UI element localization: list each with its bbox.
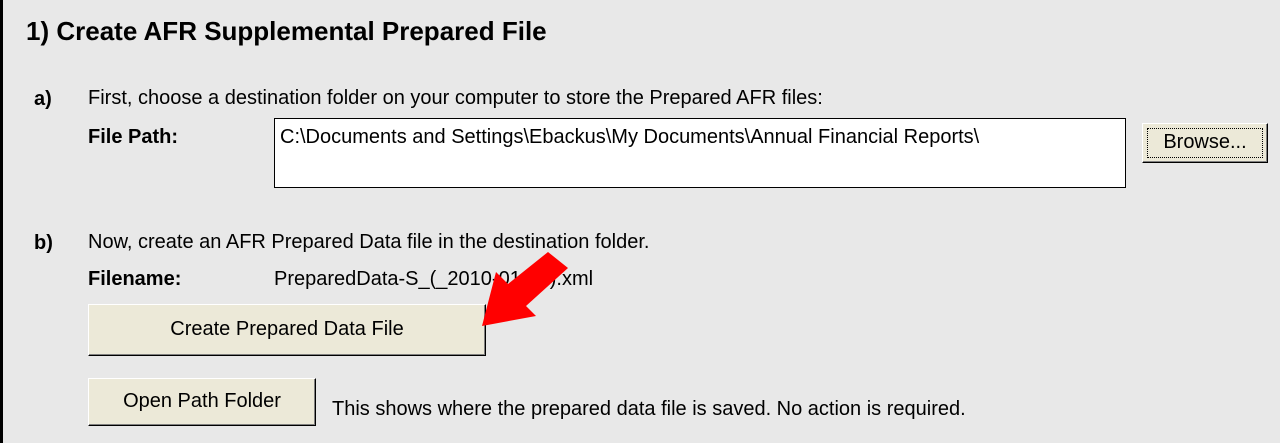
step-b-letter: b) [34, 232, 53, 254]
step-a-letter: a) [34, 88, 52, 110]
open-path-folder-button[interactable]: Open Path Folder [88, 378, 316, 426]
open-folder-note: This shows where the prepared data file … [332, 398, 966, 420]
step-a-instruction: First, choose a destination folder on yo… [88, 87, 823, 109]
filename-label: Filename: [88, 268, 182, 290]
create-prepared-data-file-button[interactable]: Create Prepared Data File [88, 304, 486, 356]
red-arrow-icon [482, 252, 568, 326]
section-title: 1) Create AFR Supplemental Prepared File [26, 16, 547, 46]
left-border [0, 0, 3, 443]
file-path-field[interactable]: C:\Documents and Settings\Ebackus\My Doc… [274, 118, 1126, 188]
file-path-label: File Path: [88, 126, 179, 148]
browse-button-label: Browse... [1163, 131, 1247, 153]
browse-button[interactable]: Browse... [1142, 123, 1268, 163]
